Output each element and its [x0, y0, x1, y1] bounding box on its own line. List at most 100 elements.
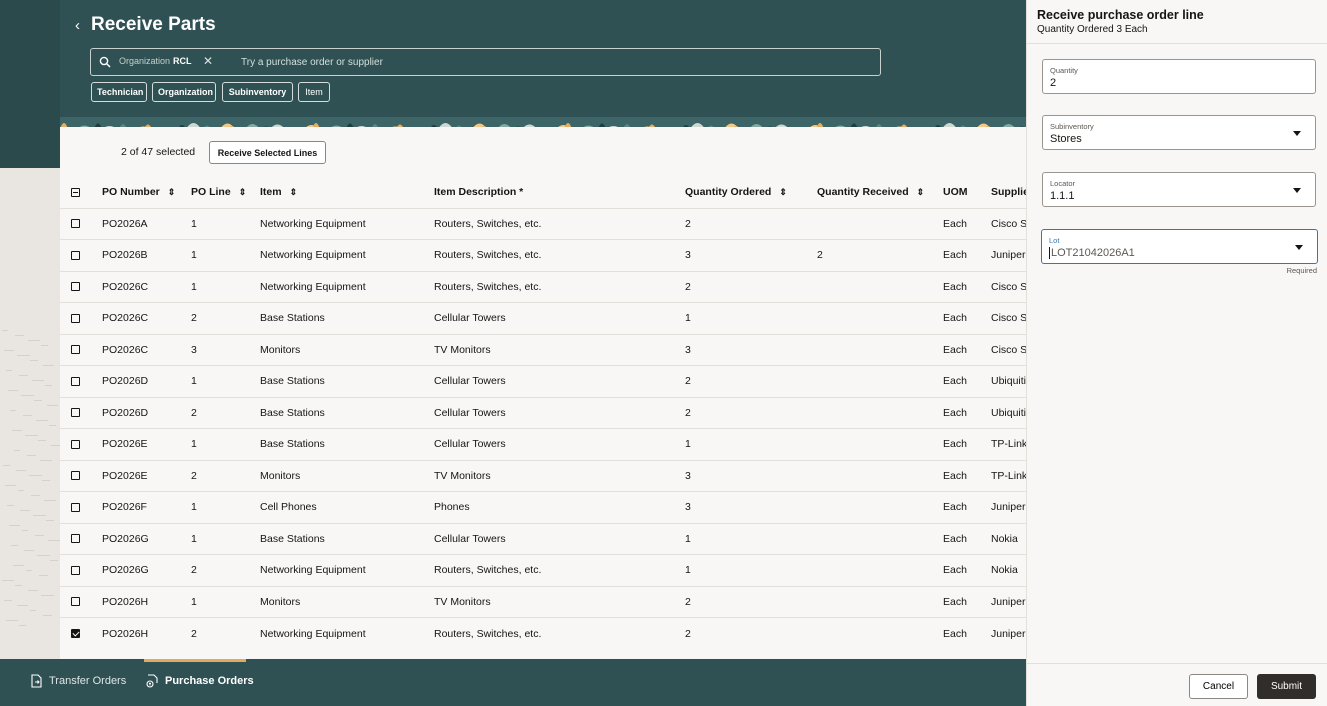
po-line-cell: 1 [191, 428, 260, 460]
row-checkbox[interactable] [71, 565, 80, 575]
filter-item[interactable]: Item [298, 82, 330, 102]
table-row[interactable]: PO2026H 1 Monitors TV Monitors 2 Each Juniper [60, 585, 1026, 618]
background-dash [2, 580, 14, 581]
background-dash [42, 480, 50, 481]
table-row[interactable]: PO2026C 1 Networking Equipment Routers, Swi… [60, 270, 1026, 303]
select-all-checkbox[interactable] [71, 187, 80, 197]
table-row[interactable]: PO2026D 2 Base Stations Cellular Towers 2 Eac… [60, 396, 1026, 429]
table-row[interactable]: PO2026H 2 Networking Equipment Routers, Swi… [60, 617, 1026, 649]
table-row[interactable]: PO2026D 1 Base Stations Cellular Towers 2 Eac… [60, 365, 1026, 397]
sort-icon[interactable]: ⇕ [917, 187, 925, 198]
field-label: Lot [1049, 236, 1060, 245]
quantity-received-cell [817, 365, 943, 397]
table-row[interactable]: PO2026C3MonitorsTV Monitors3EachCisco Sy… [60, 333, 1026, 366]
table-header-row: PO Number ⇕ PO Line ⇕ Item ⇕ Item Descripti… [60, 177, 1026, 208]
nav-label: Transfer Orders [49, 675, 127, 687]
subinventory-select[interactable]: Subinventory Stores [1042, 115, 1316, 150]
lot-value[interactable]: LOT21042026A1 [1049, 247, 1269, 259]
submit-button[interactable]: Submit [1257, 674, 1316, 699]
sort-icon[interactable]: ⇕ [779, 187, 787, 198]
background-dash [23, 415, 32, 416]
drawer-subtitle: Quantity Ordered 3 Each [1037, 24, 1148, 35]
page-header: ‹ Receive Parts OrganizationRCL ✕ Techni… [60, 0, 1026, 127]
column-header-supplier[interactable]: Supplier [991, 177, 1026, 208]
row-checkbox[interactable] [71, 597, 80, 607]
table-row[interactable]: PO2026F 1 Cell Phones Phones 3 Each Juniper [60, 491, 1026, 523]
caret-down-icon[interactable] [1293, 188, 1301, 193]
caret-down-icon[interactable] [1295, 245, 1303, 250]
back-chevron-icon[interactable]: ‹ [75, 17, 80, 34]
row-checkbox[interactable] [71, 502, 80, 512]
uom-cell: Each [943, 491, 991, 523]
quantity-ordered-cell: 2 [685, 617, 817, 649]
quantity-input[interactable] [1050, 77, 1270, 89]
filter-organization[interactable]: Organization [152, 82, 216, 102]
column-header-uom[interactable]: UOM [943, 177, 991, 208]
row-checkbox[interactable] [71, 534, 80, 544]
purchase-order-icon [146, 674, 158, 688]
item-cell: Base Stations [260, 365, 434, 397]
po-number-cell: PO2026C [102, 302, 191, 334]
row-checkbox[interactable] [71, 408, 80, 418]
locator-select[interactable]: Locator 1.1.1 [1042, 172, 1316, 207]
row-checkbox[interactable] [71, 471, 80, 481]
nav-purchase-orders[interactable]: Purchase Orders [145, 674, 254, 688]
table-row[interactable]: PO2026E 1 Base Stations Cellular Towers 1 Eac… [60, 428, 1026, 460]
supplier-cell: Cisco Systems [991, 270, 1026, 303]
row-select-cell [60, 302, 102, 334]
row-checkbox[interactable] [71, 219, 80, 229]
background-dash [34, 400, 42, 401]
row-checkbox[interactable] [71, 282, 80, 292]
row-checkbox[interactable] [71, 250, 80, 260]
row-checkbox[interactable] [71, 376, 80, 386]
subinventory-value: Stores [1050, 133, 1082, 145]
background-dash [30, 610, 36, 611]
drawer-title: Receive purchase order line [1037, 8, 1204, 22]
po-line-cell: 1 [191, 207, 260, 240]
lot-select[interactable]: Lot LOT21042026A1 [1041, 229, 1318, 264]
search-icon [99, 56, 111, 68]
column-header-po-number[interactable]: PO Number ⇕ [102, 177, 191, 208]
column-header-item[interactable]: Item ⇕ [260, 177, 434, 208]
table-row[interactable]: PO2026G 1 Base Stations Cellular Towers 1 Eac… [60, 522, 1026, 555]
chip-label: Organization [119, 56, 171, 66]
table-row[interactable]: PO2026E 2 Monitors TV Monitors 3 Each TP-Link [60, 459, 1026, 492]
search-input[interactable] [241, 52, 841, 72]
left-header-background [0, 0, 60, 168]
po-number-cell: PO2026F [102, 491, 191, 523]
column-header-quantity-received[interactable]: Quantity Received ⇕ [817, 177, 943, 208]
remove-chip-icon[interactable]: ✕ [203, 54, 213, 68]
filter-subinventory[interactable]: Subinventory [222, 82, 293, 102]
background-dash [36, 420, 48, 421]
background-dash [16, 470, 26, 471]
uom-cell: Each [943, 585, 991, 618]
caret-down-icon[interactable] [1293, 131, 1301, 136]
filter-technician[interactable]: Technician [91, 82, 147, 102]
sort-icon[interactable]: ⇕ [290, 187, 298, 198]
nav-transfer-orders[interactable]: Transfer Orders [30, 674, 126, 688]
po-line-cell: 3 [191, 333, 260, 366]
supplier-cell: Juniper [991, 491, 1026, 523]
row-checkbox[interactable] [71, 629, 80, 639]
receive-selected-lines-button[interactable]: Receive Selected Lines [209, 141, 326, 164]
page-title: Receive Parts [91, 14, 216, 35]
table-row[interactable]: PO2026C 2 Base Stations Cellular Towers 1 Eac… [60, 302, 1026, 334]
background-dash [3, 465, 10, 466]
row-checkbox[interactable] [71, 439, 80, 449]
column-header-quantity-ordered[interactable]: Quantity Ordered ⇕ [685, 177, 817, 208]
sort-icon[interactable]: ⇕ [239, 187, 247, 198]
row-checkbox[interactable] [71, 345, 80, 355]
background-dash [39, 575, 48, 576]
quantity-field[interactable]: Quantity [1042, 59, 1316, 94]
item-cell: Networking Equipment [260, 617, 434, 649]
cancel-button[interactable]: Cancel [1189, 674, 1248, 699]
table-row[interactable]: PO2026B 1 Networking Equipment Routers, Swi… [60, 239, 1026, 271]
sort-icon[interactable]: ⇕ [168, 187, 176, 198]
item-description-cell: Cellular Towers [434, 365, 685, 397]
table-row[interactable]: PO2026A 1 Networking Equipment Routers, Swi… [60, 207, 1026, 240]
column-header-po-line[interactable]: PO Line ⇕ [191, 177, 260, 208]
search-bar[interactable]: Organization RCL ✕ [90, 48, 881, 76]
table-row[interactable]: PO2026G 2 Networking Equipment Routers, Swi… [60, 554, 1026, 586]
column-header-item-description[interactable]: Item Description * [434, 177, 685, 208]
row-checkbox[interactable] [71, 313, 80, 323]
